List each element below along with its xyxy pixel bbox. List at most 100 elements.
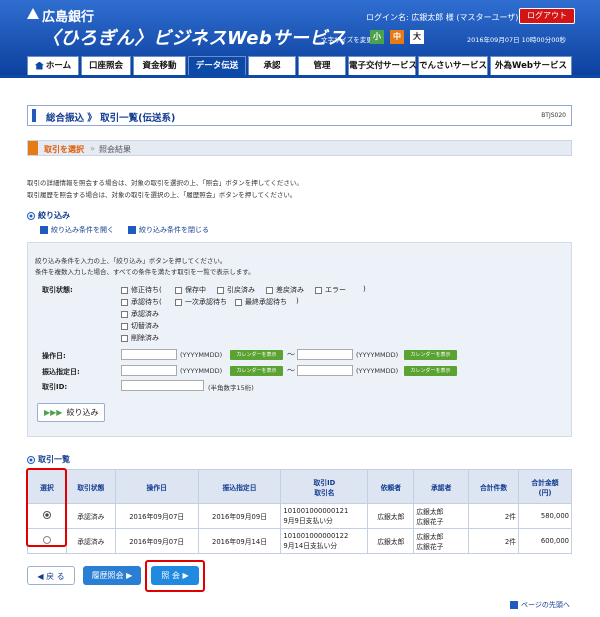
checkbox bbox=[235, 298, 242, 306]
status-cell: 承認済み bbox=[65, 528, 116, 554]
status-option-label: 承認済み bbox=[131, 310, 159, 318]
login-info: ログイン名: 広銀太郎 様 (マスターユーザ) bbox=[366, 13, 519, 22]
results-section-label: 取引一覧 bbox=[38, 455, 70, 464]
op-date-cell: 2016年09月07日 bbox=[114, 528, 199, 554]
checkbox bbox=[175, 286, 182, 294]
checkbox bbox=[121, 310, 128, 318]
date-format-hint: (YYYYMMDD) bbox=[356, 367, 399, 375]
status-checkbox-final-approve[interactable]: 最終承認待ち bbox=[235, 297, 287, 307]
status-checkbox-first-approve[interactable]: 一次承認待ち bbox=[175, 297, 227, 307]
status-option-label: 差戻済み bbox=[276, 286, 304, 294]
trade-id-cell: 101001000000122 9月14日支払い分 bbox=[280, 528, 369, 554]
status-checkbox-modify-wait[interactable]: 修正待ち( bbox=[121, 285, 162, 295]
status-checkbox-saving[interactable]: 保存中 bbox=[175, 285, 206, 295]
filter-search-button[interactable]: ▶▶▶ 絞り込み bbox=[37, 403, 105, 422]
status-checkbox-switched[interactable]: 切替済み bbox=[121, 321, 159, 331]
approver-1: 広銀太郎 bbox=[416, 508, 444, 516]
transfer-date-label: 振込指定日: bbox=[42, 368, 80, 376]
status-label: 取引状態: bbox=[42, 286, 73, 294]
paren-close: ) bbox=[296, 297, 299, 305]
transfer-date-from-input[interactable] bbox=[121, 365, 177, 376]
trade-name: 9月9日支払い分 bbox=[283, 517, 333, 525]
op-date-to-input[interactable] bbox=[297, 349, 353, 360]
tab-management[interactable]: 管理 bbox=[298, 56, 346, 75]
tab-approval[interactable]: 承認 bbox=[248, 56, 296, 75]
status-option-label: 保存中 bbox=[185, 286, 206, 294]
tab-densai[interactable]: でんさいサービス bbox=[418, 56, 488, 75]
chevron-right-icon: ▶ bbox=[123, 571, 133, 580]
trade-id: 101001000000122 bbox=[283, 532, 349, 540]
page-top-link[interactable]: ページの先頭へ bbox=[510, 600, 570, 610]
calendar-button[interactable]: カレンダーを表示 bbox=[230, 350, 283, 360]
checkbox bbox=[217, 286, 224, 294]
home-icon bbox=[34, 61, 44, 70]
font-size-label: 文字サイズを変更 bbox=[321, 36, 373, 44]
status-option-label: 一次承認待ち bbox=[185, 298, 227, 306]
calendar-button[interactable]: カレンダーを表示 bbox=[230, 366, 283, 376]
status-option-label: 修正待ち( bbox=[131, 286, 162, 294]
tab-home-label: ホーム bbox=[45, 61, 72, 71]
tab-home[interactable]: ホーム bbox=[27, 56, 79, 75]
date-format-hint: (YYYYMMDD) bbox=[356, 351, 399, 359]
bank-logo-icon bbox=[27, 8, 39, 19]
table-row[interactable]: 承認済み 2016年09月07日 2016年09月09日 10100100000… bbox=[27, 503, 573, 529]
font-size-medium-button[interactable]: 中 bbox=[390, 30, 404, 44]
font-size-small-button[interactable]: 小 bbox=[370, 30, 384, 44]
title-accent-bar bbox=[32, 109, 36, 122]
screen-id: BTJS020 bbox=[541, 112, 566, 119]
header-transfer-date: 振込指定日 bbox=[197, 469, 282, 504]
status-checkbox-approve-wait[interactable]: 承認待ち( bbox=[121, 297, 162, 307]
checkbox bbox=[121, 322, 128, 330]
open-filter-link[interactable]: 絞り込み条件を開く bbox=[40, 225, 114, 235]
header: 広島銀行 〈ひろぎん〉ビジネスWebサービス ログイン名: 広銀太郎 様 (マス… bbox=[0, 0, 600, 78]
bank-name: 広島銀行 bbox=[42, 10, 95, 25]
date-format-hint: (YYYYMMDD) bbox=[180, 351, 223, 359]
table-row[interactable]: 承認済み 2016年09月07日 2016年09月14日 10100100000… bbox=[27, 528, 573, 554]
transfer-date-to-input[interactable] bbox=[297, 365, 353, 376]
tab-forex-web[interactable]: 外為Webサービス bbox=[490, 56, 572, 75]
status-checkbox-deleted[interactable]: 削除済み bbox=[121, 333, 159, 343]
calendar-button[interactable]: カレンダーを表示 bbox=[404, 350, 457, 360]
tab-account-inquiry[interactable]: 口座照会 bbox=[81, 56, 131, 75]
section-bullet-icon bbox=[27, 455, 35, 464]
trade-id-input[interactable] bbox=[121, 380, 204, 391]
intro-text-detail: 取引の詳細情報を照会する場合は、対象の取引を選択の上、「照会」ボタンを押してくだ… bbox=[27, 179, 303, 187]
chevron-left-icon: ◀ bbox=[37, 572, 47, 581]
inquiry-button-highlight bbox=[145, 560, 205, 592]
status-checkbox-returned[interactable]: 差戻済み bbox=[266, 285, 304, 295]
page-title: 総合振込 》 取引一覧(伝送系) bbox=[46, 113, 176, 124]
main-nav: ホーム 口座照会 資金移動 データ伝送 承認 管理 電子交付サービス でんさいサ… bbox=[27, 56, 572, 75]
calendar-button[interactable]: カレンダーを表示 bbox=[404, 366, 457, 376]
close-filter-link[interactable]: 絞り込み条件を閉じる bbox=[128, 225, 209, 235]
step-separator: » bbox=[90, 144, 95, 153]
checkbox bbox=[121, 334, 128, 342]
history-inquiry-button[interactable]: 履歴照会 ▶ bbox=[83, 566, 141, 585]
approver-1: 広銀太郎 bbox=[416, 533, 444, 541]
logout-button[interactable]: ログアウト bbox=[519, 8, 575, 24]
back-button[interactable]: ◀ 戻 る bbox=[27, 566, 75, 585]
status-option-label: エラー bbox=[325, 286, 346, 294]
count-cell: 2件 bbox=[468, 528, 519, 554]
font-size-large-button[interactable]: 大 bbox=[410, 30, 424, 44]
requester-cell: 広銀太郎 bbox=[367, 503, 415, 529]
status-checkbox-pulled-back[interactable]: 引戻済み bbox=[217, 285, 255, 295]
status-option-label: 切替済み bbox=[131, 322, 159, 330]
tab-data-transmission[interactable]: データ伝送 bbox=[188, 56, 246, 75]
op-date-cell: 2016年09月07日 bbox=[114, 503, 199, 529]
checkbox bbox=[266, 286, 273, 294]
op-date-from-input[interactable] bbox=[121, 349, 177, 360]
page-top-label: ページの先頭へ bbox=[521, 601, 570, 609]
status-checkbox-error[interactable]: エラー bbox=[315, 285, 346, 295]
approver-2: 広銀花子 bbox=[416, 518, 444, 526]
tab-fund-transfer[interactable]: 資金移動 bbox=[133, 56, 186, 75]
step-arrow-icon bbox=[28, 141, 38, 155]
trade-name: 9月14日支払い分 bbox=[283, 542, 338, 550]
tab-e-delivery[interactable]: 電子交付サービス bbox=[348, 56, 417, 75]
transfer-date-cell: 2016年09月14日 bbox=[197, 528, 282, 554]
trade-id-label: 取引ID: bbox=[42, 383, 68, 391]
header-op-date: 操作日 bbox=[114, 469, 199, 504]
status-checkbox-approved[interactable]: 承認済み bbox=[121, 309, 159, 319]
minus-icon bbox=[128, 226, 136, 234]
table-header-row: 選択 取引状態 操作日 振込指定日 取引ID 取引名 依頼者 承認者 合計件数 … bbox=[27, 469, 573, 504]
arrow-up-icon bbox=[510, 601, 518, 609]
